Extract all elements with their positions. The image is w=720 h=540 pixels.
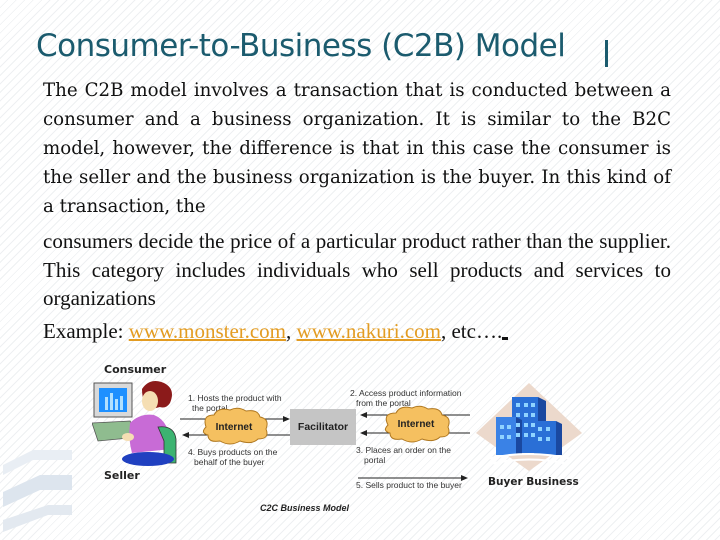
step5-text: 5. Sells product to the buyer [356,480,462,490]
step3-line2: portal [364,455,386,465]
step4-line2: behalf of the buyer [194,457,265,467]
step1-line1: 1. Hosts the product with [188,393,282,403]
internet-cloud-right: Internet [360,405,470,443]
step2-line1: 2. Access product information [350,388,462,398]
consumer-label: Consumer [104,363,167,376]
example-prefix: Example: [43,319,129,343]
internet-cloud-left: Internet [180,407,292,445]
diagram-caption: C2C Business Model [260,503,350,513]
step3-text: 3. Places an order on the portal [356,445,451,465]
buyer-business-building-icon [476,383,582,471]
internet-label-right: Internet [398,419,435,430]
seller-illustration-icon [92,381,177,466]
step4-text: 4. Buys products on the behalf of the bu… [188,447,277,467]
link-monster[interactable]: www.monster.com [129,319,286,343]
example-suffix: , etc…. [440,319,503,343]
example-separator: , [286,319,297,343]
example-line: Example: www.monster.com, www.nakuri.com… [43,319,509,344]
decorative-chevrons [3,450,72,532]
slide-title: Consumer-to-Business (C2B) Model [36,28,566,64]
internet-label-left: Internet [216,422,253,433]
step4-line1: 4. Buys products on the [188,447,278,457]
buyer-business-label: Buyer Business [488,476,579,488]
title-accent-bar [605,40,608,67]
paragraph-description: consumers decide the price of a particul… [43,229,671,310]
text-cursor [502,337,509,340]
seller-label: Seller [104,469,140,482]
facilitator-box: Facilitator [290,409,356,445]
link-nakuri[interactable]: www.nakuri.com [297,319,441,343]
paragraph-definition: The C2B model involves a transaction tha… [43,80,671,217]
c2b-diagram: Consumer Seller 1. Hosts the product wit… [90,355,630,535]
